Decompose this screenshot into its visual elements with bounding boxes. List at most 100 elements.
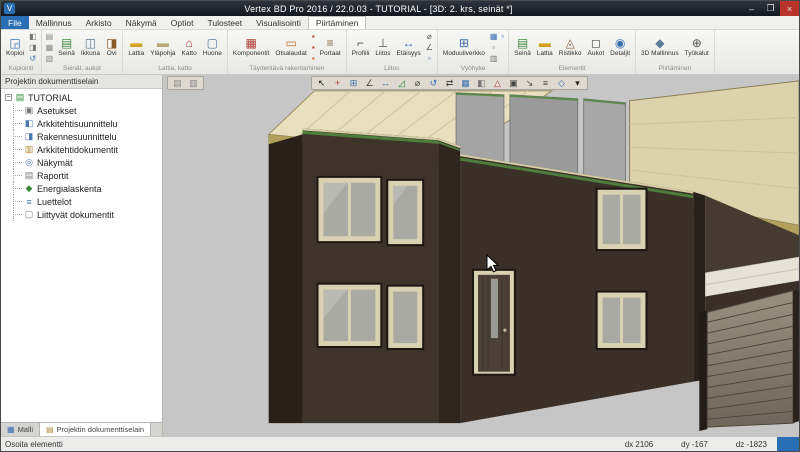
button-icon: ◫ (85, 37, 96, 50)
crosshair-tool-icon[interactable]: + (330, 77, 345, 89)
komponentit-button[interactable]: ▦ Komponentit (230, 31, 273, 64)
swap-tool-icon[interactable]: ⇄ (442, 77, 457, 89)
katto-button[interactable]: ⌂ Katto (179, 31, 200, 64)
g2-tool-3-button[interactable]: ▧ (44, 53, 56, 64)
g1-tool-2-button[interactable]: ◨ (27, 42, 39, 53)
tree-item-nakymat[interactable]: ◎ Näkymät (5, 156, 162, 169)
garage-door[interactable] (707, 291, 793, 427)
main-lower-window[interactable] (596, 291, 648, 350)
g5-tool-2-button[interactable]: ∠ (424, 42, 435, 53)
menu-tab-visualisointi[interactable]: Visualisointi (249, 16, 308, 29)
tree-item-arkkitehtisuunnittelu[interactable]: ◧ Arkkitehtisuunnittelu (5, 117, 162, 130)
menu-tab-piirtaminen[interactable]: Piirtäminen (308, 16, 367, 29)
menu-tab-mallinnus[interactable]: Mallinnus (29, 16, 79, 29)
viewport-3d[interactable]: ▤▥ ↖+⊞∠↔◿⌀↺⇄▦◧△▣↘≡◇▾ (163, 75, 799, 436)
view-page-1-icon[interactable]: ▤ (170, 77, 185, 89)
elementti-seina-button[interactable]: ▤ Seinä (511, 31, 534, 64)
distance-tool-icon[interactable]: ↔ (378, 77, 393, 89)
minimize-button[interactable]: – (742, 1, 761, 16)
button-icon: ↺ (30, 54, 37, 63)
select-tool-icon[interactable]: ↖ (314, 77, 329, 89)
half-snap-tool-icon[interactable]: ◧ (474, 77, 489, 89)
ristikko-button[interactable]: ◬ Ristikko (556, 31, 585, 64)
g1-tool-1-button[interactable]: ◧ (27, 31, 39, 42)
mallinnus-3d-button[interactable]: ◆ 3D Mallinnus (638, 31, 682, 64)
view-page-2-icon[interactable]: ▥ (186, 77, 201, 89)
tree-item-asetukset[interactable]: ▣ Asetukset (5, 104, 162, 117)
moduuliverkko-button[interactable]: ⊞ Moduuliverkko (440, 31, 488, 64)
tyokalut-button[interactable]: ⊕ Työkalut (682, 31, 712, 64)
menu-tab-nakyma[interactable]: Näkymä (119, 16, 164, 29)
menu-tab-file[interactable]: File (1, 16, 29, 29)
portaat-button[interactable]: ≡ Portaat (317, 31, 344, 64)
menu-tab-arkisto[interactable]: Arkisto (79, 16, 119, 29)
button-icon: ▫ (501, 32, 504, 41)
g6-tool-3-button[interactable]: ▥ (488, 53, 500, 64)
diameter-tool-icon[interactable]: ⌀ (410, 77, 425, 89)
status-dx: dx 2106 (625, 440, 653, 449)
rotate-tool-icon[interactable]: ↺ (426, 77, 441, 89)
aukot-button[interactable]: ◻ Aukot (585, 31, 608, 64)
g6-tool-1-button[interactable]: ▦ (488, 31, 500, 42)
close-button[interactable]: × (780, 1, 799, 16)
move-se-tool-icon[interactable]: ↘ (522, 77, 537, 89)
bay-upper-window-wide[interactable] (317, 176, 383, 243)
seina-button[interactable]: ▤ Seinä (55, 31, 78, 64)
triangle-snap-tool-icon[interactable]: ◿ (394, 77, 409, 89)
menu-tab-tulosteet[interactable]: Tulosteet (200, 16, 249, 29)
tree-item-energialaskenta[interactable]: ◆ Energialaskenta (5, 182, 162, 195)
status-dz: dz -1823 (736, 440, 767, 449)
tree-root-tutorial[interactable]: − ▤ TUTORIAL (5, 91, 162, 104)
detaljit-button[interactable]: ◉ Detaljit (607, 31, 633, 64)
tree-item-arkkitehtidokumentit[interactable]: ▥ Arkkitehtidokumentit (5, 143, 162, 156)
toolbar-more-icon[interactable]: ▾ (570, 77, 585, 89)
bottom-tab-malli[interactable]: ▦ Malli (1, 423, 40, 436)
window-title: Vertex BD Pro 2016 / 22.0.03 - TUTORIAL … (15, 4, 742, 14)
collapse-icon[interactable]: − (5, 94, 12, 101)
g5-tool-3-button[interactable]: ▫ (426, 53, 433, 64)
g4-tool-3-button[interactable]: ▪ (310, 53, 317, 64)
tree-item-rakennesuunnittelu[interactable]: ◨ Rakennesuunnittelu (5, 130, 162, 143)
tree-item-luettelot[interactable]: ≡ Luettelot (5, 195, 162, 208)
grid-snap-tool-icon[interactable]: ⊞ (346, 77, 361, 89)
g6-tool-4-button[interactable]: ▫ (499, 31, 506, 42)
profiili-button[interactable]: ⌐ Profiili (349, 31, 373, 64)
kopioi-button[interactable]: ◲ Kopioi (3, 31, 27, 64)
g2-tool-1-button[interactable]: ▤ (44, 31, 56, 42)
maximize-button[interactable]: ❐ (761, 1, 780, 16)
tree-item-raportit[interactable]: ▤ Raportit (5, 169, 162, 182)
point-snap-tool-icon[interactable]: △ (490, 77, 505, 89)
bay-walls[interactable] (269, 128, 460, 423)
main-upper-window[interactable] (596, 188, 648, 251)
menu-tab-optiot[interactable]: Optiot (164, 16, 201, 29)
bay-upper-window-narrow[interactable] (386, 179, 424, 246)
bottom-tab-projektin-dokumenttiselain[interactable]: ▤ Projektin dokumenttiselain (40, 423, 151, 436)
bay-lower-window-narrow[interactable] (386, 285, 424, 350)
liitos-button[interactable]: ⊥ Liitos (372, 31, 393, 64)
g6-tool-2-button[interactable]: ▫ (490, 42, 497, 53)
ikkuna-button[interactable]: ◫ Ikkuna (78, 31, 103, 64)
g2-tool-2-button[interactable]: ▦ (44, 42, 56, 53)
g5-tool-1-button[interactable]: ⌀ (425, 31, 434, 42)
app-icon[interactable]: V (4, 3, 15, 14)
etaisyys-button[interactable]: ↔ Etäisyys (394, 31, 424, 64)
g4-tool-1-button[interactable]: ▪ (310, 31, 317, 42)
elementti-lattia-button[interactable]: ▬ Lattia (534, 31, 556, 64)
angle-tool-icon[interactable]: ∠ (362, 77, 377, 89)
bay-lower-window-wide[interactable] (317, 283, 383, 348)
otsalaudat-button[interactable]: ▭ Otsalaudat (272, 31, 309, 64)
list-tool-icon[interactable]: ≡ (538, 77, 553, 89)
diamond-snap-tool-icon[interactable]: ◇ (554, 77, 569, 89)
grid-tool-icon[interactable]: ▦ (458, 77, 473, 89)
ovi-button[interactable]: ◨ Ovi (103, 31, 120, 64)
tree-item-liittyvat-dokumentit[interactable]: ▢ Liittyvät dokumentit (5, 208, 162, 221)
front-door[interactable] (472, 269, 516, 376)
house-3d-model[interactable] (163, 75, 799, 436)
garage-wing[interactable] (699, 196, 799, 431)
ylapohja-button[interactable]: ▬ Yläpohja (147, 31, 178, 64)
g1-tool-3-button[interactable]: ↺ (28, 53, 39, 64)
box-snap-tool-icon[interactable]: ▣ (506, 77, 521, 89)
g4-tool-2-button[interactable]: ▪ (310, 42, 317, 53)
lattia-button[interactable]: ▬ Lattia (125, 31, 147, 64)
huone-button[interactable]: ▢ Huone (200, 31, 225, 64)
